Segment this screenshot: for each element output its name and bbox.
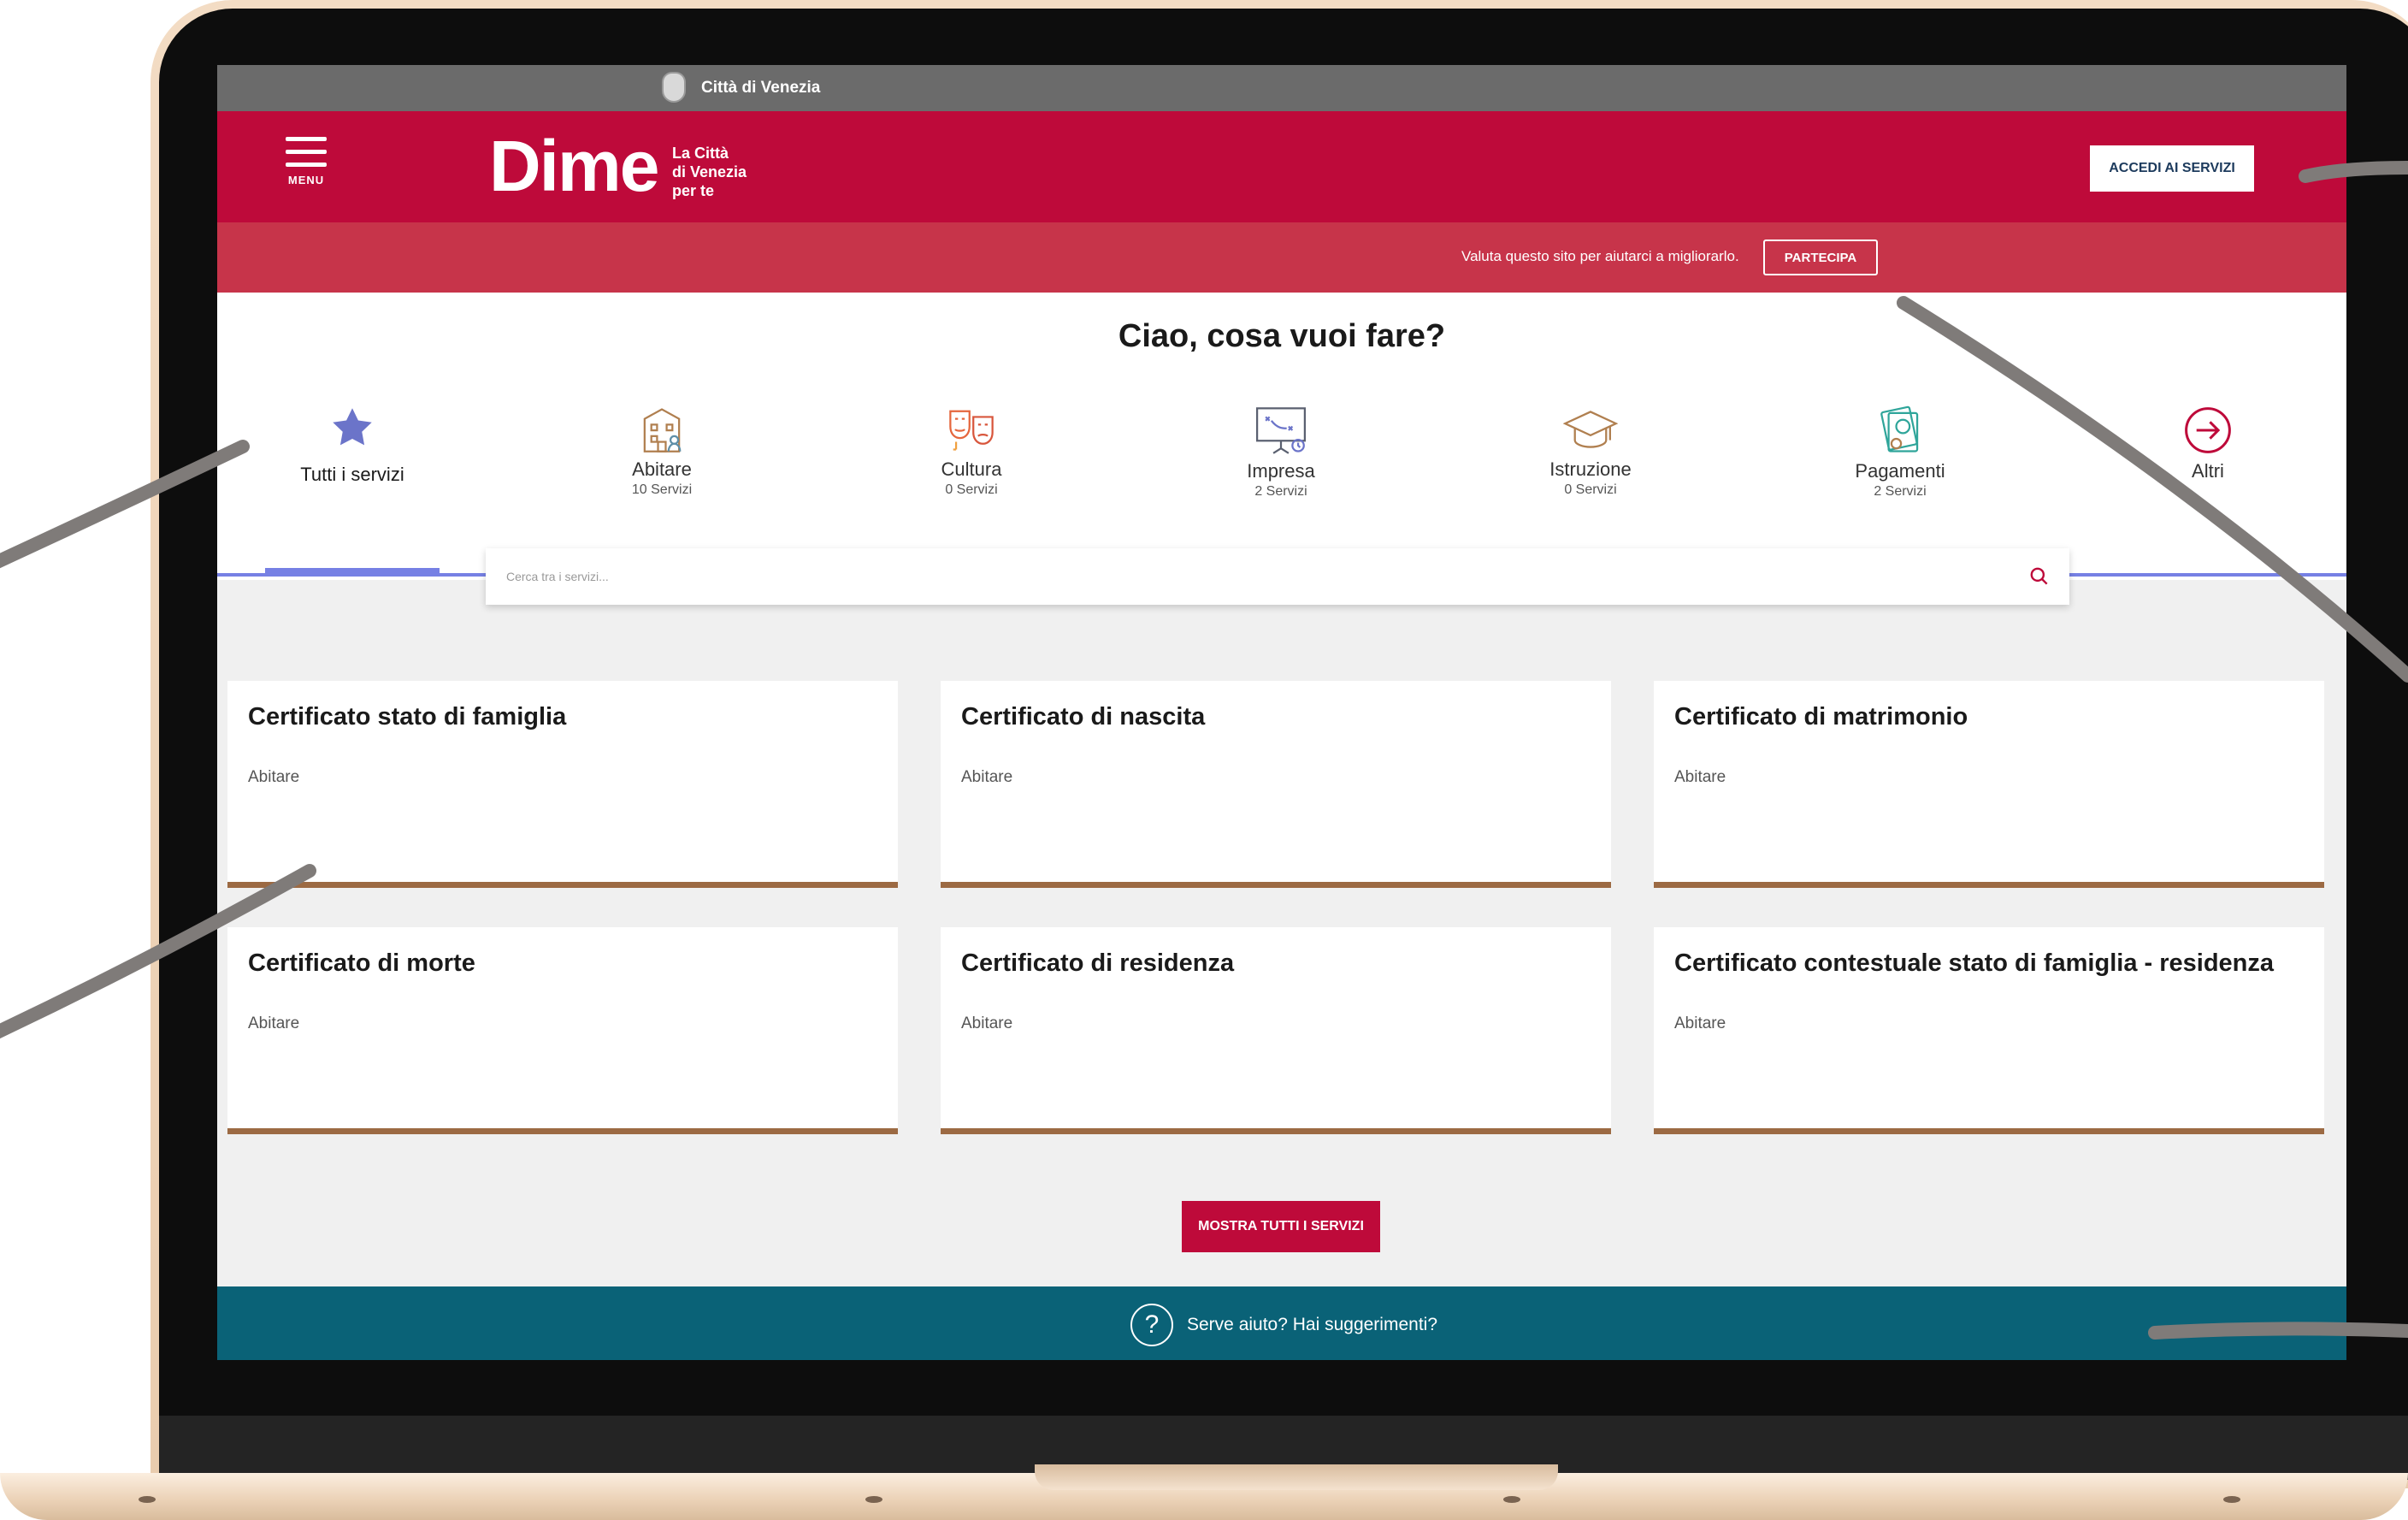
theater-masks-icon — [949, 410, 994, 451]
arrow-right-circle-icon — [2185, 407, 2231, 453]
service-title: Certificato di nascita — [961, 703, 1206, 730]
laptop-foot — [865, 1496, 882, 1503]
participate-button[interactable]: PARTECIPA — [1763, 240, 1878, 275]
menu-label: MENU — [287, 174, 325, 186]
laptop-foot — [139, 1496, 156, 1503]
help-text: Serve aiuto? Hai suggerimenti? — [1187, 1315, 1437, 1334]
laptop-foot — [1503, 1496, 1520, 1503]
building-icon — [643, 408, 682, 452]
menu-button[interactable]: MENU — [286, 137, 330, 197]
logo-word: Dime — [489, 126, 659, 206]
help-bar: ? Serve aiuto? Hai suggerimenti? — [217, 1286, 2346, 1360]
service-title: Certificato stato di famiglia — [248, 703, 567, 730]
laptop-foot — [2223, 1496, 2240, 1503]
login-button[interactable]: ACCEDI AI SERVIZI — [2090, 145, 2254, 192]
search-icon[interactable] — [2028, 565, 2051, 588]
category-section: Ciao, cosa vuoi fare? Tutti i servizi Ab… — [217, 293, 2346, 580]
tab-cultura[interactable]: Cultura 0 Servizi — [877, 405, 1065, 498]
service-title: Certificato contestuale stato di famigli… — [1674, 949, 2274, 977]
logo-tagline: La Città di Venezia per te — [672, 145, 747, 199]
service-card[interactable]: Certificato di morte Abitare — [227, 927, 898, 1134]
service-card[interactable]: Certificato contestuale stato di famigli… — [1654, 927, 2324, 1134]
service-title: Certificato di matrimonio — [1674, 703, 1968, 730]
tab-altri[interactable]: Altri — [2114, 405, 2302, 482]
service-category: Abitare — [1674, 1014, 1726, 1032]
city-crest-icon — [662, 72, 686, 103]
city-name[interactable]: Città di Venezia — [701, 79, 820, 98]
feedback-message: Valuta questo sito per aiutarci a miglio… — [1461, 248, 1739, 264]
service-category: Abitare — [1674, 768, 1726, 786]
service-card[interactable]: Certificato di residenza Abitare — [941, 927, 1611, 1134]
tab-istruzione[interactable]: Istruzione 0 Servizi — [1496, 405, 1685, 498]
slim-header: Città di Venezia — [217, 65, 2346, 111]
service-title: Certificato di morte — [248, 949, 475, 977]
strategy-board-icon — [1256, 407, 1306, 454]
service-title: Certificato di residenza — [961, 949, 1235, 977]
star-icon — [333, 408, 372, 446]
service-category: Abitare — [961, 768, 1013, 786]
tab-abitare[interactable]: Abitare 10 Servizi — [568, 405, 756, 498]
search-input[interactable] — [486, 548, 1991, 605]
search-box — [486, 548, 2069, 605]
dime-logo[interactable]: Dime La Città di Venezia per te — [489, 130, 780, 207]
money-icon — [1880, 405, 1919, 452]
hamburger-icon-bar — [286, 150, 327, 154]
question-icon: ? — [1130, 1304, 1173, 1346]
service-category: Abitare — [248, 1014, 300, 1032]
service-category: Abitare — [248, 768, 300, 786]
show-all-services-button[interactable]: MOSTRA TUTTI I SERVIZI — [1182, 1201, 1380, 1252]
tab-impresa[interactable]: Impresa 2 Servizi — [1187, 405, 1375, 500]
main-header: MENU Dime La Città di Venezia per te ACC… — [217, 111, 2346, 222]
page-title: Ciao, cosa vuoi fare? — [1118, 318, 1446, 354]
tab-all-services[interactable]: Tutti i servizi — [258, 405, 446, 486]
hamburger-icon-bar — [286, 163, 327, 167]
service-card[interactable]: Certificato stato di famiglia Abitare — [227, 681, 898, 888]
service-card[interactable]: Certificato di nascita Abitare — [941, 681, 1611, 888]
feedback-bar: Valuta questo sito per aiutarci a miglio… — [217, 222, 2346, 293]
hamburger-icon-bar — [286, 137, 327, 141]
active-tab-indicator — [265, 568, 440, 577]
graduation-cap-icon — [1563, 411, 1618, 448]
tab-pagamenti[interactable]: Pagamenti 2 Servizi — [1806, 405, 1994, 500]
browser-screen: Città di Venezia MENU Dime La Città di V… — [217, 65, 2346, 1360]
service-card[interactable]: Certificato di matrimonio Abitare — [1654, 681, 2324, 888]
laptop-notch — [1035, 1464, 1558, 1490]
service-category: Abitare — [961, 1014, 1013, 1032]
